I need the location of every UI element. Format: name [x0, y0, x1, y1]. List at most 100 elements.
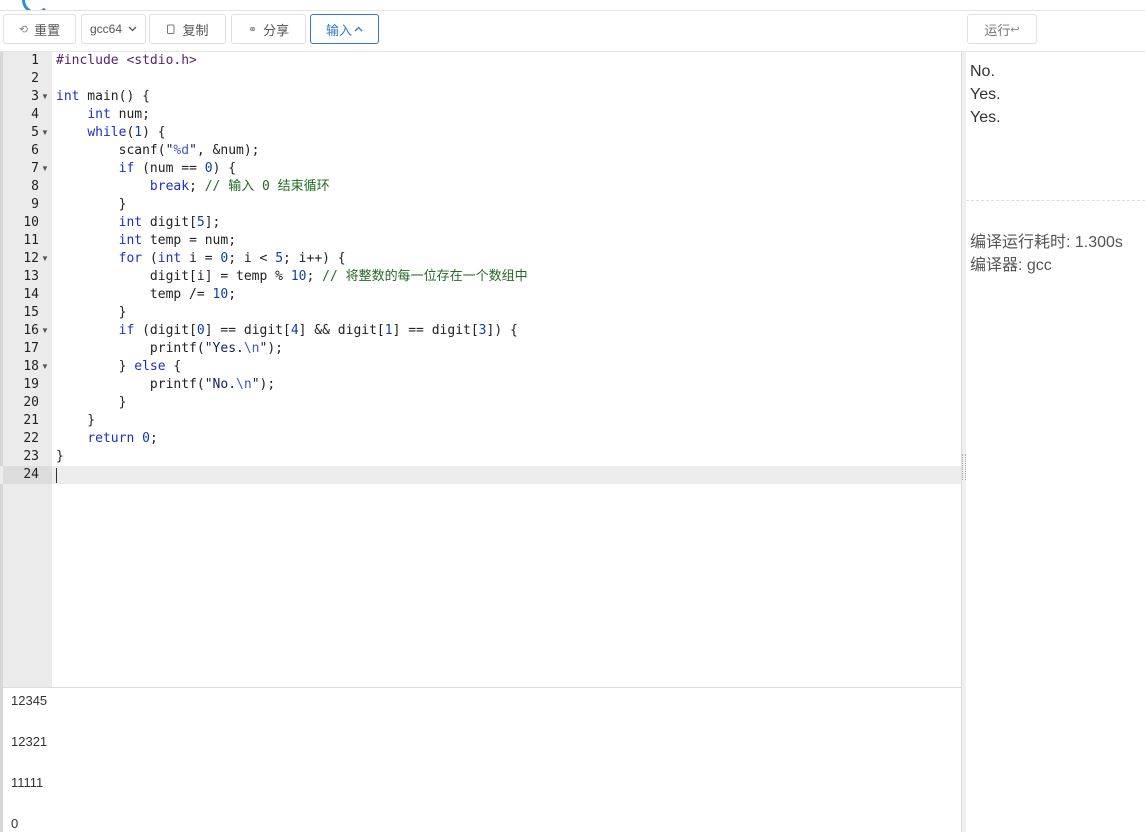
code-line[interactable]: 13 digit[i] = temp % 10; // 将整数的每一位存在一个数… [0, 268, 961, 286]
text-cursor [56, 468, 57, 483]
output-panel: No. Yes. Yes. 编译运行耗时: 1.300s 编译器: gcc [966, 52, 1145, 832]
copy-button[interactable]: 复制 [149, 14, 226, 44]
line-number: 20 [23, 395, 39, 410]
code-line[interactable]: 6 scanf("%d", &num); [0, 142, 961, 160]
code-text: temp /= 10; [56, 287, 237, 302]
code-line[interactable]: 14 temp /= 10; [0, 286, 961, 304]
reset-button[interactable]: ⟲ 重置 [3, 14, 76, 44]
fold-arrow-icon[interactable]: ▼ [41, 160, 49, 178]
line-number: 2 [31, 71, 39, 86]
output-divider [966, 200, 1145, 201]
code-text: for (int i = 0; i < 5; i++) { [118, 251, 346, 266]
run-button[interactable]: 运行 ↩ [967, 14, 1037, 44]
line-number: 24 [23, 467, 39, 482]
output-line: Yes. [970, 109, 1001, 126]
stdin-line: 12345 [11, 693, 48, 708]
code-line[interactable]: 4 int num; [0, 106, 961, 124]
code-line[interactable]: 7 ▼ if (num == 0) { [0, 160, 961, 178]
code-text: } [56, 197, 127, 212]
output-line: No. [970, 63, 995, 80]
stdin-input[interactable]: 12345 12321 11111 0 [3, 688, 961, 832]
code-line[interactable]: 9 } [0, 196, 961, 214]
code-text: } [56, 413, 96, 428]
chevron-down-icon [128, 26, 137, 32]
fold-arrow-icon[interactable]: ▼ [41, 88, 49, 106]
toolbar: ⟲ 重置 gcc64 复制 ⚭ 分享 输入 运行 ↩ [0, 11, 1145, 52]
code-text: } [56, 449, 64, 464]
line-number: 19 [23, 377, 39, 392]
line-number: 23 [23, 449, 39, 464]
fold-arrow-icon[interactable]: ▼ [41, 124, 49, 142]
code-line[interactable]: 2 [0, 70, 961, 88]
code-text: } [56, 305, 127, 320]
code-line[interactable]: 21 } [0, 412, 961, 430]
code-text: } else { [56, 359, 182, 374]
stdin-line: 11111 [11, 775, 44, 790]
code-text: break; // 输入 0 结束循环 [149, 179, 330, 194]
line-number: 4 [31, 107, 39, 122]
line-number: 10 [23, 215, 39, 230]
run-time-info: 编译运行耗时: 1.300s [970, 234, 1123, 251]
fold-arrow-icon[interactable]: ▼ [41, 322, 49, 340]
code-line[interactable]: 10 int digit[5]; [0, 214, 961, 232]
code-text: return 0; [87, 431, 158, 446]
code-line[interactable]: 22 return 0; [0, 430, 961, 448]
code-line[interactable]: 5 ▼ while(1) { [0, 124, 961, 142]
code-text: int main() { [56, 89, 150, 104]
line-number: 15 [23, 305, 39, 320]
code-text: if (num == 0) { [118, 161, 237, 176]
fold-arrow-icon[interactable]: ▼ [41, 358, 49, 376]
code-line[interactable]: 20 } [0, 394, 961, 412]
compiler-select[interactable]: gcc64 [81, 14, 146, 44]
line-number: 7 [31, 161, 39, 176]
line-number: 14 [23, 287, 39, 302]
share-label: 分享 [263, 22, 290, 38]
input-toggle-button[interactable]: 输入 [310, 14, 379, 44]
code-text: #include <stdio.h> [56, 53, 197, 68]
code-line[interactable]: 23} [0, 448, 961, 466]
code-line[interactable]: 1 #include <stdio.h> [0, 52, 961, 70]
code-line[interactable]: 11 int temp = num; [0, 232, 961, 250]
code-line[interactable]: 8 break; // 输入 0 结束循环 [0, 178, 961, 196]
code-line[interactable]: 15 } [0, 304, 961, 322]
code-text: } [56, 395, 127, 410]
line-number: 17 [23, 341, 39, 356]
compiler-value: gcc64 [89, 22, 123, 36]
line-number: 21 [23, 413, 39, 428]
stdin-line: 0 [11, 816, 19, 831]
code-text: printf("Yes.\n"); [56, 341, 283, 356]
compiler-info: 编译器: gcc [970, 257, 1052, 274]
code-text: while(1) { [87, 125, 166, 140]
line-number: 16 [23, 323, 39, 338]
share-button[interactable]: ⚭ 分享 [231, 14, 306, 44]
fold-arrow-icon[interactable]: ▼ [41, 250, 49, 268]
code-line[interactable]: 24 [0, 466, 961, 484]
code-text: digit[i] = temp % 10; // 将整数的每一位存在一个数组中 [56, 269, 528, 284]
code-text: int temp = num; [118, 233, 237, 248]
app-header [0, 0, 1145, 11]
code-line[interactable]: 16 ▼ if (digit[0] == digit[4] && digit[1]… [0, 322, 961, 340]
line-number: 1 [31, 53, 39, 68]
code-text: scanf("%d", &num); [56, 143, 260, 158]
undo-icon: ⟲ [18, 23, 29, 36]
output-line: Yes. [970, 86, 1001, 103]
code-line[interactable]: 3 ▼ int main() { [0, 88, 961, 106]
line-number: 5 [31, 125, 39, 140]
code-text: if (digit[0] == digit[4] && digit[1] == … [118, 323, 518, 338]
code-line[interactable]: 17 printf("Yes.\n"); [0, 340, 961, 358]
line-number: 6 [31, 143, 39, 158]
code-line[interactable]: 18 ▼ } else { [0, 358, 961, 376]
code-text: int digit[5]; [118, 215, 221, 230]
line-number: 22 [23, 431, 39, 446]
line-number: 9 [31, 197, 39, 212]
code-text: printf("No.\n"); [56, 377, 276, 392]
link-icon: ⚭ [247, 23, 258, 36]
line-number: 18 [23, 359, 39, 374]
enter-icon: ↩ [1010, 23, 1020, 36]
code-editor[interactable]: 1 #include <stdio.h> 2 3 ▼ int main() { 4 int … [0, 52, 961, 687]
chevron-up-icon [354, 26, 363, 32]
code-line[interactable]: 12 ▼ for (int i = 0; i < 5; i++) { [0, 250, 961, 268]
copy-label: 复制 [182, 22, 209, 38]
line-number: 12 [23, 251, 39, 266]
code-line[interactable]: 19 printf("No.\n"); [0, 376, 961, 394]
